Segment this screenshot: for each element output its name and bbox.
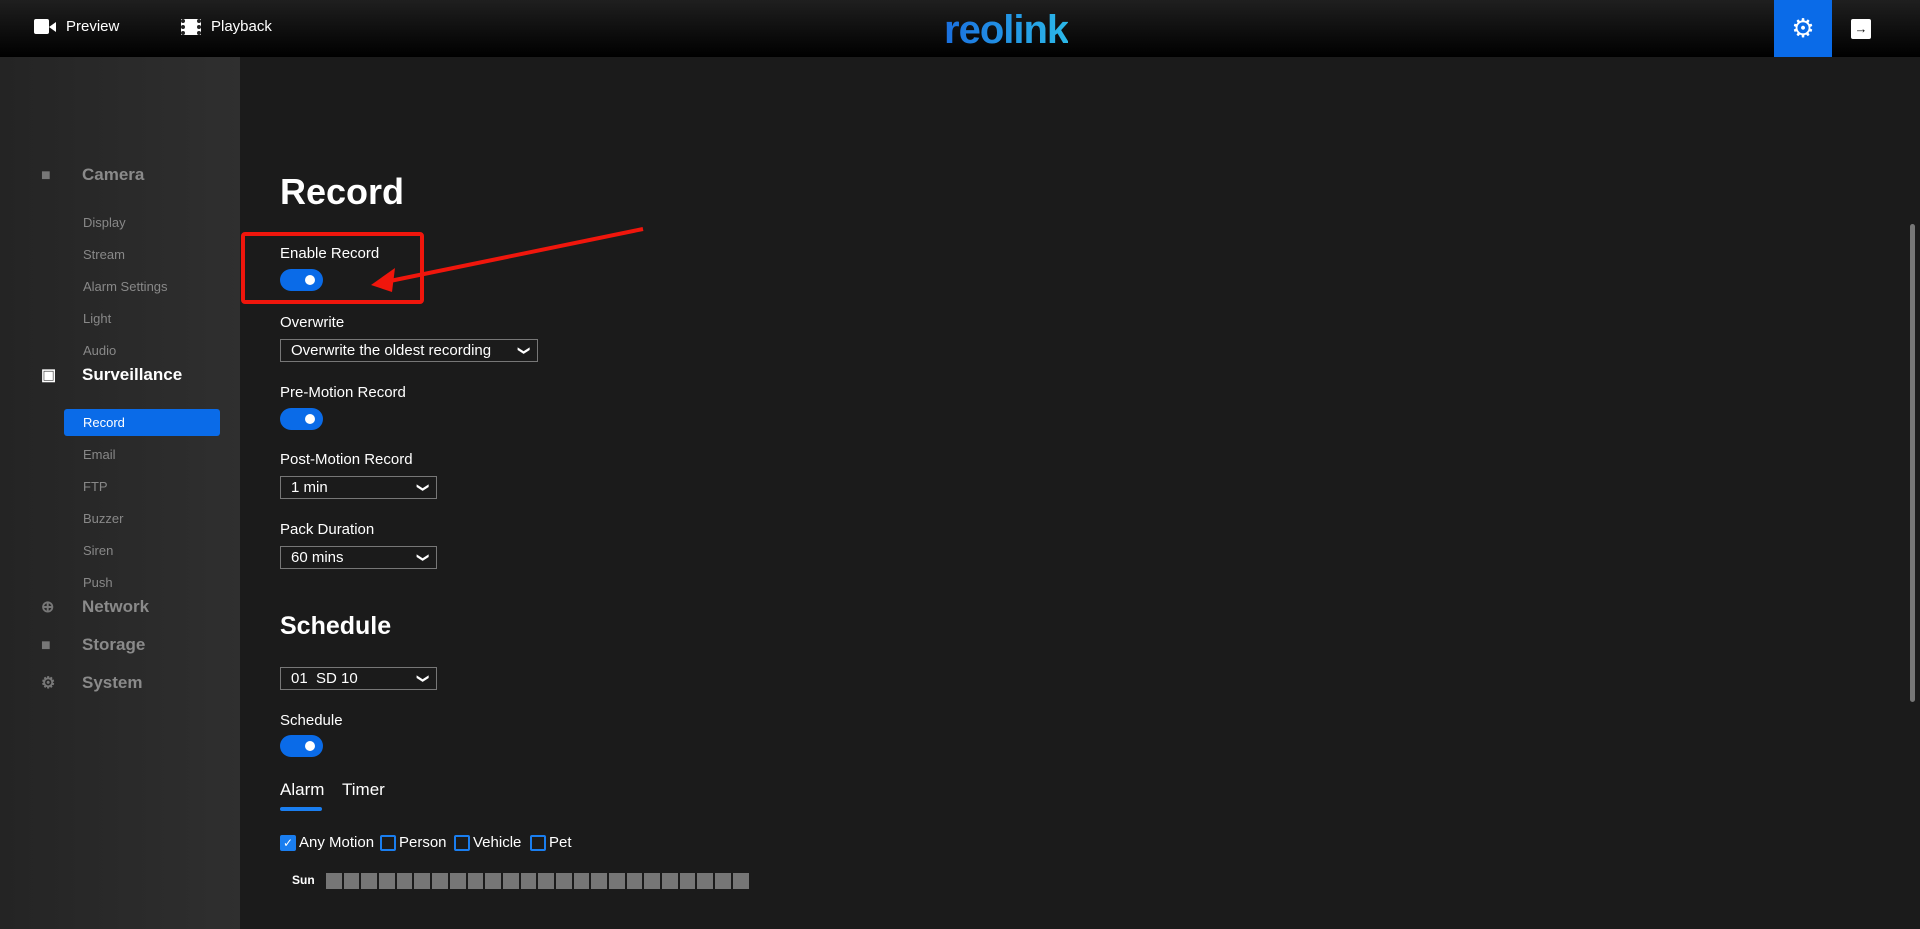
hour-grid	[326, 873, 749, 889]
hour-cell[interactable]	[538, 873, 554, 889]
post-motion-select[interactable]: 1 min ❯	[280, 476, 437, 499]
channel-number: 01	[291, 670, 308, 687]
post-motion-value: 1 min	[291, 479, 328, 496]
overwrite-label: Overwrite	[280, 314, 345, 331]
hour-cell[interactable]	[520, 873, 537, 889]
checkbox-icon	[380, 834, 396, 851]
hour-cell[interactable]	[414, 873, 431, 889]
hour-cell[interactable]	[679, 873, 696, 889]
hour-cell[interactable]	[502, 873, 519, 889]
hour-cell[interactable]	[326, 873, 342, 889]
hour-cell[interactable]	[343, 873, 360, 889]
chevron-down-icon: ❯	[416, 482, 431, 493]
hour-cell[interactable]	[732, 873, 749, 889]
chevron-down-icon: ❯	[416, 673, 431, 684]
hour-cell[interactable]	[662, 873, 678, 889]
overwrite-select[interactable]: Overwrite the oldest recording ❯	[280, 339, 538, 362]
checkbox-icon	[454, 834, 470, 851]
day-label: Sun	[292, 873, 315, 887]
hour-cell[interactable]	[609, 873, 625, 889]
checkmark-icon: ✓	[280, 834, 296, 851]
pre-motion-label: Pre-Motion Record	[280, 384, 406, 401]
hour-cell[interactable]	[644, 873, 661, 889]
hour-cell[interactable]	[591, 873, 607, 889]
post-motion-label: Post-Motion Record	[280, 451, 413, 468]
overwrite-value: Overwrite the oldest recording	[291, 342, 492, 359]
any-motion-checkbox[interactable]: ✓ Any Motion	[280, 834, 374, 851]
channel-name: SD 10	[316, 670, 358, 687]
schedule-toggle[interactable]	[280, 735, 323, 757]
pet-checkbox[interactable]: Pet	[530, 834, 572, 851]
vehicle-checkbox[interactable]: Vehicle	[454, 834, 521, 851]
hour-cell[interactable]	[573, 873, 590, 889]
person-checkbox[interactable]: Person	[380, 834, 447, 851]
active-tab-indicator	[280, 807, 322, 811]
hour-cell[interactable]	[396, 873, 413, 889]
hour-cell[interactable]	[715, 873, 731, 889]
hour-cell[interactable]	[432, 873, 448, 889]
hour-cell[interactable]	[626, 873, 643, 889]
tab-timer[interactable]: Timer	[342, 780, 385, 800]
hour-cell[interactable]	[555, 873, 572, 889]
checkbox-icon	[530, 834, 546, 851]
channel-select[interactable]: 01 SD 10 ❯	[280, 667, 437, 690]
schedule-heading: Schedule	[280, 612, 392, 640]
pack-duration-value: 60 mins	[291, 549, 344, 566]
pack-duration-select[interactable]: 60 mins ❯	[280, 546, 437, 569]
chevron-down-icon: ❯	[416, 552, 431, 563]
hour-cell[interactable]	[467, 873, 484, 889]
hour-cell[interactable]	[697, 873, 714, 889]
pre-motion-toggle[interactable]	[280, 408, 323, 430]
chevron-down-icon: ❯	[517, 345, 532, 356]
hour-cell[interactable]	[485, 873, 501, 889]
tab-alarm[interactable]: Alarm	[280, 780, 324, 800]
hour-cell[interactable]	[361, 873, 378, 889]
pack-duration-label: Pack Duration	[280, 521, 375, 538]
hour-cell[interactable]	[449, 873, 466, 889]
scrollbar[interactable]	[1910, 224, 1915, 702]
hour-cell[interactable]	[379, 873, 395, 889]
schedule-toggle-label: Schedule	[280, 712, 343, 729]
